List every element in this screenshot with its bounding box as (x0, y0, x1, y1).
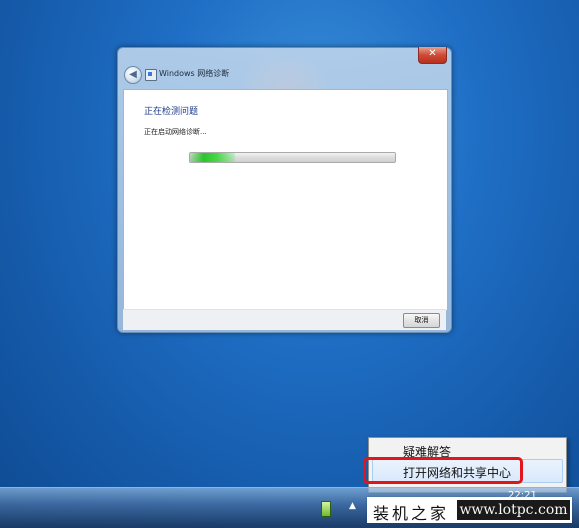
close-button[interactable]: ✕ (418, 47, 447, 64)
show-hidden-icons-arrow-icon[interactable]: ▲ (349, 501, 356, 511)
dialog-title: Windows 网络诊断 (159, 69, 230, 78)
network-diagnostics-dialog: ✕ ◀ Windows 网络诊断 正在检测问题 正在启动网络诊断... 取消 (117, 47, 452, 333)
watermark-url: www.lotpc.com (457, 500, 570, 520)
cancel-button[interactable]: 取消 (403, 313, 440, 328)
status-text: 正在启动网络诊断... (144, 128, 207, 136)
progress-fill (190, 153, 236, 162)
watermark: 装机之家 www.lotpc.com (367, 497, 572, 523)
highlight-annotation-box (363, 457, 523, 484)
network-diagnostics-icon (145, 69, 157, 81)
title-bar: ◀ Windows 网络诊断 (118, 66, 451, 86)
page-heading: 正在检测问题 (144, 107, 199, 117)
watermark-brand: 装机之家 (373, 504, 450, 523)
battery-icon[interactable] (321, 501, 331, 517)
progress-bar (189, 152, 396, 163)
dialog-footer: 取消 (123, 309, 446, 330)
dialog-content: 正在检测问题 正在启动网络诊断... (123, 89, 448, 311)
back-arrow-icon[interactable]: ◀ (124, 66, 142, 84)
